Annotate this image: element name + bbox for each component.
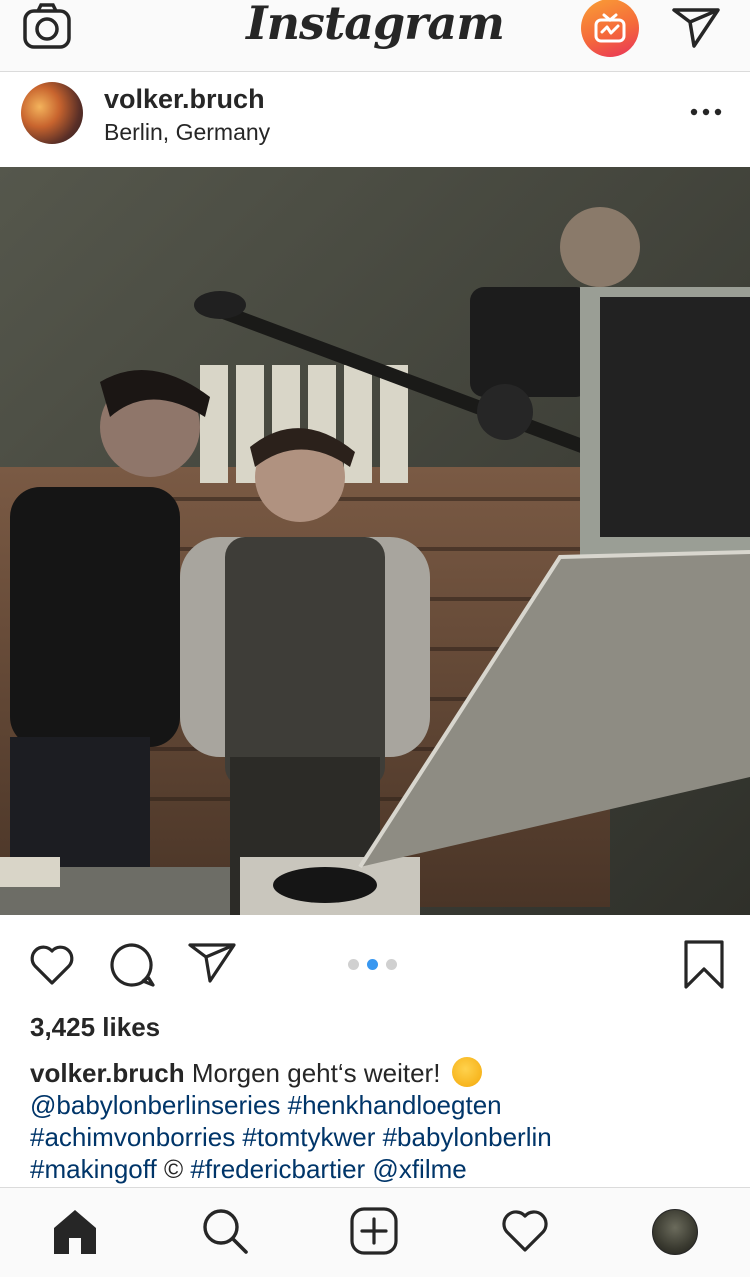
igtv-button[interactable] [581,0,639,57]
home-icon[interactable] [50,1206,100,1256]
search-icon[interactable] [200,1206,250,1256]
caption-tags-line[interactable]: #fredericbartier @xfilme [190,1154,466,1184]
post-photo[interactable] [0,167,750,915]
direct-send-icon[interactable] [670,4,722,48]
like-heart-icon[interactable] [27,941,77,987]
post-header: volker.bruch Berlin, Germany [0,72,750,167]
comment-icon[interactable] [107,941,157,989]
igtv-icon [594,13,626,43]
profile-icon[interactable] [652,1209,698,1255]
likes-count[interactable]: 3,425 likes [30,1012,160,1043]
caption-text: Morgen geht‘s weiter! [191,1058,441,1088]
activity-icon[interactable] [499,1206,551,1254]
post-photo-illustration [0,167,750,915]
post-location[interactable]: Berlin, Germany [104,119,270,146]
post-username[interactable]: volker.bruch [104,84,265,115]
bottom-tab-bar [0,1187,750,1277]
copyright-symbol: © [163,1154,184,1184]
bookmark-icon[interactable] [682,939,726,991]
avatar[interactable] [21,82,83,144]
share-icon[interactable] [186,941,238,985]
new-post-icon[interactable] [349,1206,399,1256]
caption-tags-line[interactable]: #achimvonborries #tomtykwer #babylonberl… [30,1121,730,1153]
carousel-dot [348,959,359,970]
carousel-dot-active [367,959,378,970]
top-navigation-bar: Instagram [0,0,750,72]
post-actions [0,915,750,1010]
caption-username[interactable]: volker.bruch [30,1058,185,1088]
more-options-icon[interactable] [688,102,724,122]
caption-tags-line[interactable]: @babylonberlinseries #henkhandloegten [30,1089,730,1121]
caption-hashtag[interactable]: #makingoff [30,1154,157,1184]
carousel-dot [386,959,397,970]
carousel-indicator [348,959,397,970]
post-caption: volker.bruch Morgen geht‘s weiter! @baby… [30,1057,730,1185]
hugging-face-emoji-icon [451,1057,482,1087]
